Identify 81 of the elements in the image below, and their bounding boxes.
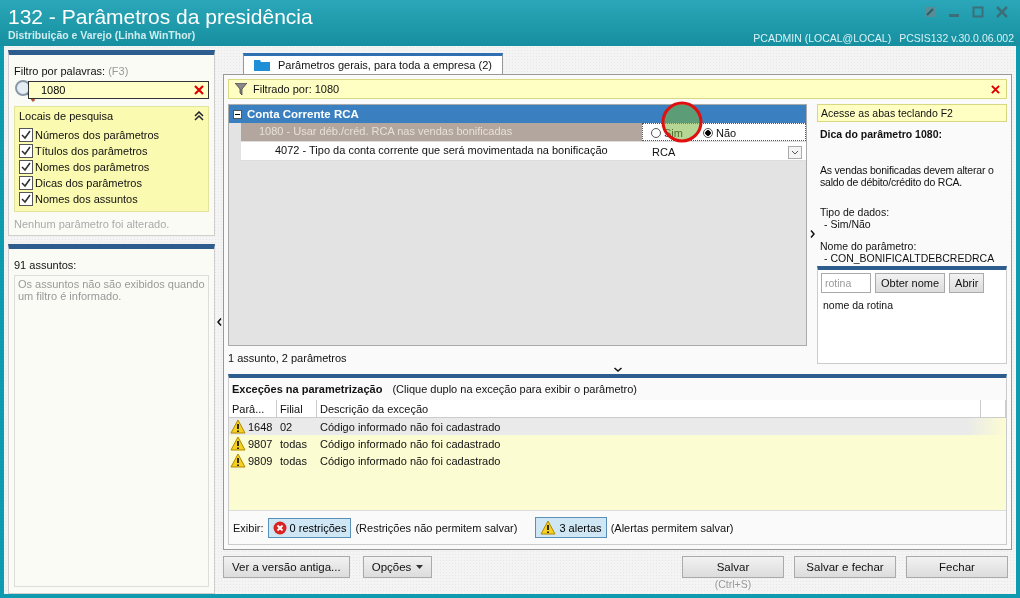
checkbox-label: Dicas dos parâmetros — [35, 177, 142, 189]
table-cell-text: 02 — [279, 420, 294, 433]
table-cell-text: Código informado não foi cadastrado — [319, 454, 502, 467]
folder-icon — [254, 59, 270, 71]
shortcut-hint: (Ctrl+S) — [714, 578, 752, 590]
column-header[interactable]: Filial — [277, 400, 317, 417]
show-label: Exibir: — [233, 521, 264, 534]
footer-button[interactable]: Salvar — [682, 556, 784, 578]
table-cell-text: Código informado não foi cadastrado — [319, 420, 502, 433]
routine-button[interactable]: Abrir — [949, 273, 985, 293]
subjects-note: Os assuntos não são exibidos quando um filtro é informado. — [14, 275, 209, 587]
hotkey-label: (F3) — [108, 65, 129, 77]
toggle-note: (Restrições não permitem salvar) — [355, 521, 518, 534]
data-type-label: Tipo de dados: — [819, 206, 891, 218]
exception-row[interactable]: 9807 todas Código informado não foi cadastrado — [229, 435, 1006, 452]
exception-row[interactable]: 9809 todas Código informado não foi cadastrado — [229, 452, 1006, 469]
checkbox[interactable] — [19, 144, 33, 158]
tab[interactable]: Parâmetros gerais, para toda a empresa (2) — [243, 53, 503, 74]
window-title: 132 - Parâmetros da presidência — [8, 5, 313, 29]
summary-text: 1 assunto, 2 parâmetros — [228, 351, 348, 364]
routine-note: nome da rotina — [823, 299, 895, 311]
funnel-icon — [235, 83, 247, 95]
checkbox[interactable] — [19, 192, 33, 206]
warning-icon — [230, 419, 246, 434]
expand-handle-icon[interactable] — [809, 230, 815, 238]
filter-label: Filtro por palavras: — [14, 65, 106, 77]
footer-button[interactable]: Fechar — [906, 556, 1008, 578]
column-header[interactable]: Parâ... — [229, 400, 277, 417]
toggle-note: (Alertas permitem salvar) — [610, 521, 734, 534]
footer-button[interactable]: Opções — [362, 556, 433, 578]
clear-filter-icon[interactable] — [991, 84, 1000, 94]
dropdown[interactable]: RCA — [648, 142, 806, 160]
table-cell-text: todas — [279, 437, 308, 450]
data-type-value: - Sim/Não — [823, 218, 872, 230]
warning-icon — [230, 436, 246, 451]
checkbox[interactable] — [19, 160, 33, 174]
parameter-name[interactable]: 4072 - Tipo da conta corrente que será movimentada na bonificação — [241, 142, 648, 160]
search-field[interactable]: 1080 — [28, 81, 209, 99]
checkbox-label: Nomes dos assuntos — [35, 193, 138, 205]
table-cell-text: todas — [279, 454, 308, 467]
status-note: Nenhum parâmetro foi alterado. — [14, 218, 171, 230]
table-cell: 9809 — [248, 454, 273, 467]
filter-toggle[interactable]: 0 restrições — [267, 517, 352, 538]
parameter-name-value: - CON_BONIFICALTDEBCREDRCA — [823, 252, 996, 264]
checkbox[interactable] — [19, 176, 33, 190]
tip-title: Dica do parâmetro 1080: — [819, 128, 943, 140]
column-header[interactable]: Descrição da exceção — [317, 400, 981, 417]
subjects-count: 91 assuntos: — [14, 259, 78, 271]
version-label: PCSIS132 v.30.0.06.002 — [899, 32, 1014, 44]
radio-option[interactable]: Não — [702, 126, 737, 140]
highlight-ring — [661, 101, 703, 143]
routine-button[interactable]: Obter nome — [875, 273, 946, 293]
checkbox-label: Títulos dos parâmetros — [35, 145, 148, 157]
checkbox-label: Nomes dos parâmetros — [35, 161, 150, 173]
user-label: PCADMIN (LOCAL@LOCAL) — [753, 32, 892, 44]
section-title: Locais de pesquisa — [19, 110, 114, 122]
footer-button[interactable]: Salvar e fechar — [794, 556, 896, 578]
table-cell-text: Código informado não foi cadastrado — [319, 437, 502, 450]
warning-icon — [230, 453, 246, 468]
exceptions-hint: (Clique duplo na exceção para exibir o parâmetro) — [392, 383, 637, 395]
clear-icon[interactable] — [194, 85, 204, 95]
filter-toggle[interactable]: 3 alertas — [535, 517, 607, 538]
tip-description: As vendas bonificadas devem alterar o saldo de débito/crédito do RCA. — [819, 164, 995, 188]
collapse-icon[interactable] — [194, 111, 204, 121]
parameter-name-label: Nome do parâmetro: — [819, 240, 918, 252]
exceptions-title: Exceções na parametrização — [232, 383, 383, 395]
checkbox-label: Números dos parâmetros — [35, 129, 160, 141]
collapse-icon[interactable] — [233, 109, 242, 119]
footer-button[interactable]: Ver a versão antiga... — [223, 556, 350, 578]
routine-field[interactable]: rotina — [821, 273, 871, 293]
table-cell: 1648 — [248, 420, 273, 433]
error-icon — [272, 520, 287, 535]
window-subtitle: Distribuição e Varejo (Linha WinThor) — [8, 29, 197, 41]
splitter-handle-icon[interactable] — [613, 366, 622, 372]
checkbox[interactable] — [19, 128, 33, 142]
filter-text: Filtrado por: 1080 — [253, 83, 340, 95]
collapse-handle-icon[interactable] — [216, 318, 222, 326]
hint-bar: Acesse as abas teclando F2 — [817, 104, 1007, 122]
warning-icon — [540, 520, 557, 535]
group-header[interactable]: Conta Corrente RCA — [229, 105, 806, 123]
table-cell: 9807 — [248, 437, 273, 450]
